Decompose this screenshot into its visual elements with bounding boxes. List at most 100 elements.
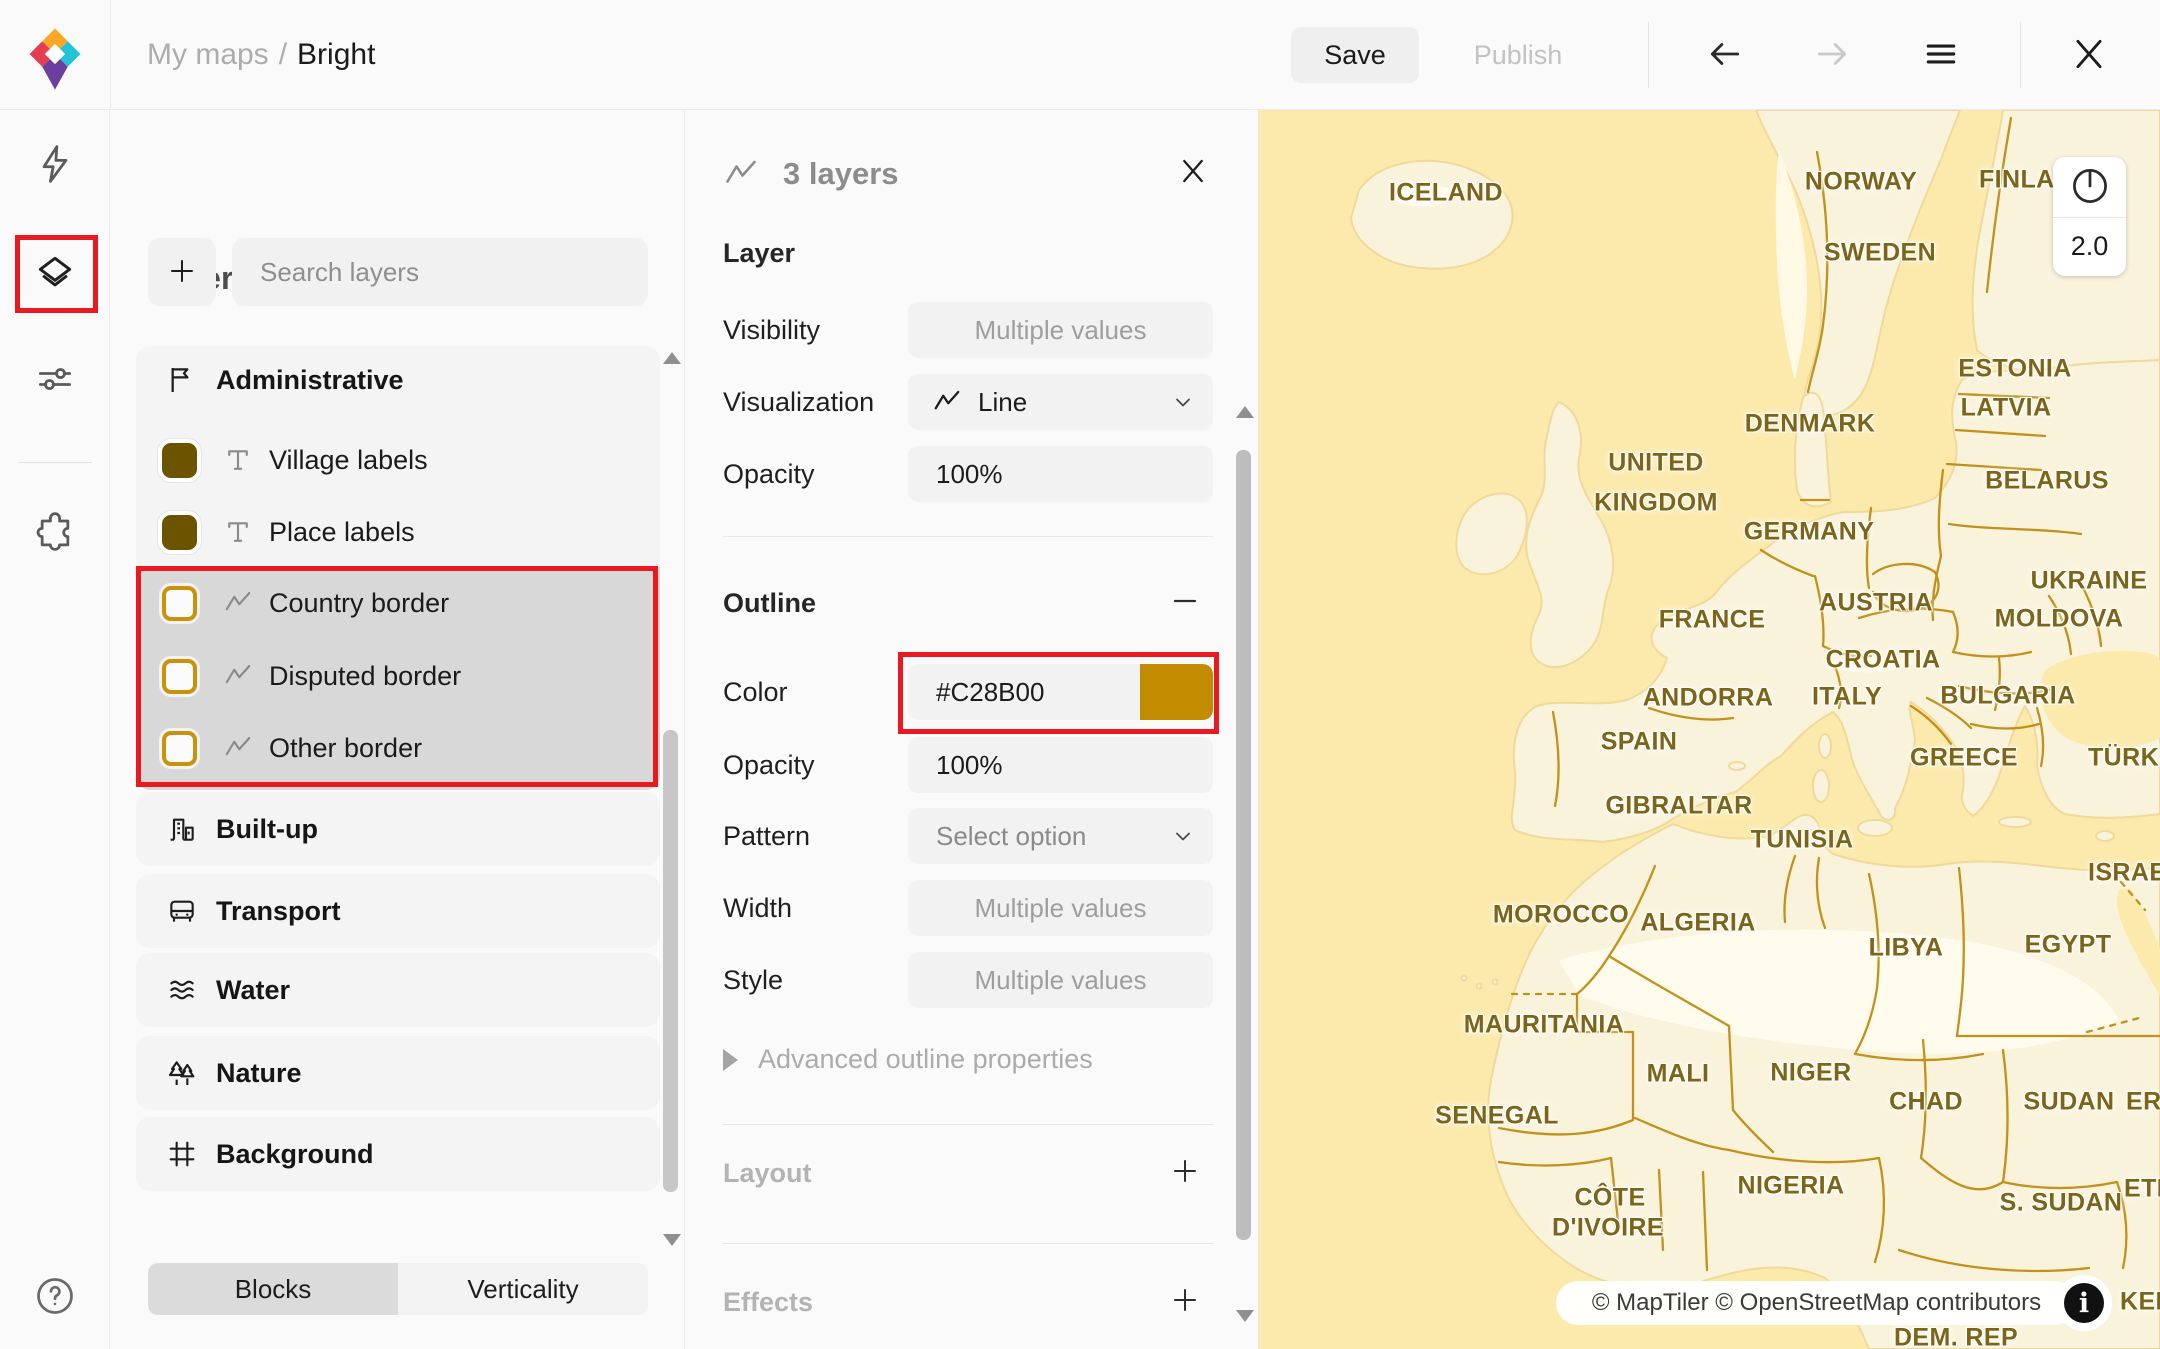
attribution-info-button[interactable]: i xyxy=(2056,1275,2112,1331)
scroll-down-arrow[interactable] xyxy=(1236,1310,1254,1322)
map-label: CROATIA xyxy=(1826,646,1941,675)
group-transport[interactable]: Transport xyxy=(136,879,660,943)
map-label: ISRAEL xyxy=(2088,859,2160,888)
layers-tool-button[interactable] xyxy=(29,248,81,300)
section-layout-heading: Layout xyxy=(723,1158,812,1189)
line-type-icon xyxy=(932,387,962,417)
redo-button[interactable] xyxy=(1808,31,1856,79)
group-label: Nature xyxy=(216,1058,302,1089)
layer-row-country-border[interactable]: Country border xyxy=(136,571,660,635)
add-layer-button[interactable] xyxy=(148,238,216,306)
help-button[interactable] xyxy=(29,1271,81,1323)
breadcrumb-my-maps[interactable]: My maps xyxy=(147,38,269,72)
visibility-field[interactable]: Multiple values xyxy=(908,302,1213,358)
group-label: Built-up xyxy=(216,814,318,845)
group-nature[interactable]: Nature xyxy=(136,1041,660,1105)
layers-scrollbar-thumb[interactable] xyxy=(663,730,678,1192)
map-label: S. SUDAN xyxy=(2000,1189,2123,1218)
outline-opacity-value: 100% xyxy=(908,750,1003,781)
properties-scrollbar-thumb[interactable] xyxy=(1236,450,1251,1240)
group-administrative[interactable]: Administrative xyxy=(136,348,660,412)
plugins-tool-button[interactable] xyxy=(29,507,81,559)
map-label: DENMARK xyxy=(1745,410,1876,439)
map-label: ESTONIA xyxy=(1958,355,2071,384)
layer-color-swatch[interactable] xyxy=(162,515,197,550)
administrative-group-card: Administrative Village labels Place labe… xyxy=(136,346,660,790)
group-built-up[interactable]: Built-up xyxy=(136,797,660,861)
text-type-icon xyxy=(221,443,255,477)
outline-color-field[interactable]: #C28B00 xyxy=(908,664,1213,720)
outline-width-label: Width xyxy=(723,880,792,936)
layer-row-label: Place labels xyxy=(269,517,415,548)
search-layers-input[interactable] xyxy=(232,238,648,306)
group-card-transport: Transport xyxy=(136,874,660,948)
group-label: Water xyxy=(216,975,290,1006)
outline-pattern-select[interactable]: Select option xyxy=(908,808,1213,864)
properties-close-button[interactable] xyxy=(1175,154,1211,190)
plus-icon xyxy=(1170,1285,1200,1318)
publish-button[interactable]: Publish xyxy=(1462,27,1574,83)
color-swatch[interactable] xyxy=(1140,664,1213,720)
layers-icon xyxy=(33,251,77,298)
map-geography xyxy=(1259,110,2160,1349)
layer-row-disputed-border[interactable]: Disputed border xyxy=(136,644,660,708)
outline-width-value: Multiple values xyxy=(908,893,1213,924)
outline-style-field[interactable]: Multiple values xyxy=(908,952,1213,1008)
chevron-down-icon xyxy=(1171,390,1195,414)
visualization-select[interactable]: Line xyxy=(908,374,1213,430)
menu-button[interactable] xyxy=(1917,31,1965,79)
outline-opacity-field[interactable]: 100% xyxy=(908,737,1213,793)
settings-tool-button[interactable] xyxy=(29,354,81,406)
map-label: DEM. REP xyxy=(1894,1324,2018,1349)
layer-color-swatch[interactable] xyxy=(162,443,197,478)
map-label: UKRAINE xyxy=(2031,567,2148,596)
save-button[interactable]: Save xyxy=(1291,27,1419,83)
map-label: ITALY xyxy=(1812,683,1882,712)
map-label: CHAD xyxy=(1889,1088,1963,1117)
maptiler-logo-icon[interactable] xyxy=(27,26,83,84)
tab-blocks[interactable]: Blocks xyxy=(148,1263,398,1315)
collapse-outline-button[interactable] xyxy=(1163,580,1207,624)
layer-row-village-labels[interactable]: Village labels xyxy=(136,428,660,492)
scroll-down-arrow[interactable] xyxy=(663,1234,681,1246)
add-layout-button[interactable] xyxy=(1163,1150,1207,1194)
group-card-built-up: Built-up xyxy=(136,792,660,866)
text-type-icon xyxy=(221,515,255,549)
layer-color-swatch[interactable] xyxy=(162,659,197,694)
scroll-up-arrow[interactable] xyxy=(1236,406,1254,418)
map-label: CÔTE xyxy=(1574,1184,1645,1213)
map-label: NIGERIA xyxy=(1738,1172,1845,1201)
layer-row-other-border[interactable]: Other border xyxy=(136,716,660,780)
group-background[interactable]: Background xyxy=(136,1122,660,1186)
map-label: SWEDEN xyxy=(1824,239,1936,268)
visualization-label: Visualization xyxy=(723,374,874,430)
quick-actions-button[interactable] xyxy=(29,139,81,191)
opacity-field[interactable]: 100% xyxy=(908,446,1213,502)
lightning-icon xyxy=(33,142,77,189)
close-editor-button[interactable] xyxy=(2065,31,2113,79)
scroll-up-arrow[interactable] xyxy=(663,352,681,364)
outline-width-field[interactable]: Multiple values xyxy=(908,880,1213,936)
group-water[interactable]: Water xyxy=(136,958,660,1022)
undo-button[interactable] xyxy=(1701,31,1749,79)
layer-row-place-labels[interactable]: Place labels xyxy=(136,500,660,564)
map-canvas[interactable]: ICELAND NORWAY FINLAND SWEDEN ESTONIA LA… xyxy=(1259,110,2160,1349)
add-effects-button[interactable] xyxy=(1163,1279,1207,1323)
tab-verticality[interactable]: Verticality xyxy=(398,1263,648,1315)
advanced-outline-toggle[interactable]: Advanced outline properties xyxy=(723,1044,1093,1075)
opacity-label: Opacity xyxy=(723,446,815,502)
top-bar: My maps / Bright Save Publish xyxy=(0,0,2160,110)
map-label: UNITED xyxy=(1608,449,1703,478)
layer-color-swatch[interactable] xyxy=(162,731,197,766)
attribution-text[interactable]: © MapTiler © OpenStreetMap contributors xyxy=(1592,1289,2041,1317)
section-divider xyxy=(723,1124,1213,1125)
breadcrumb-separator: / xyxy=(279,38,287,72)
map-label: EGYPT xyxy=(2025,931,2112,960)
zoom-level-value[interactable]: 2.0 xyxy=(2053,218,2126,275)
waves-icon xyxy=(164,972,200,1008)
breadcrumb: My maps / Bright xyxy=(147,0,375,110)
layer-color-swatch[interactable] xyxy=(162,586,197,621)
bearing-reset-button[interactable] xyxy=(2053,157,2126,217)
line-type-icon xyxy=(723,156,759,192)
section-divider xyxy=(723,1243,1213,1244)
